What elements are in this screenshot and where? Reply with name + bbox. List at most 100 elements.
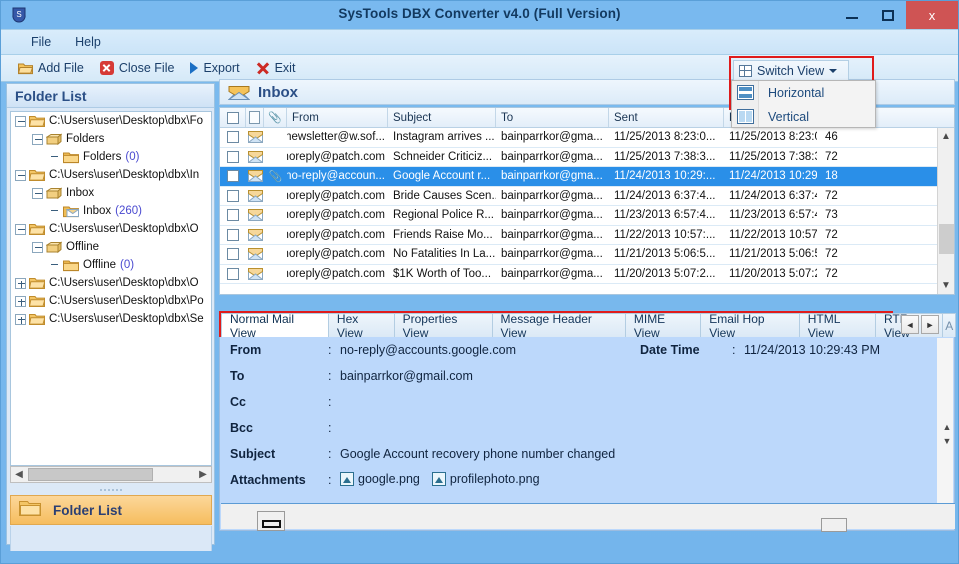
tree-node[interactable]: C:\Users\user\Desktop\dbx\Se [11,310,211,328]
column-header-to[interactable]: To [496,108,609,127]
mail-row-checkbox[interactable] [227,248,239,261]
menu-item-file[interactable]: File [19,33,63,51]
detail-scroll-arrows[interactable]: ▲ ▼ [939,420,955,530]
mail-row-subject: Schneider Criticiz... [393,150,493,163]
close-button[interactable]: x [906,1,958,29]
collapse-icon[interactable] [15,115,26,127]
tab-mime-view[interactable]: MIME View [624,312,702,340]
select-all-header[interactable] [220,108,246,127]
mail-row-checkbox-cell[interactable] [220,206,246,225]
collapse-icon[interactable] [32,133,43,145]
switch-view-button[interactable]: Switch View [733,60,849,82]
mail-row-checkbox[interactable] [227,228,239,241]
mail-row[interactable]: noreply@patch.com Regional Police R... bai… [220,206,954,226]
mail-row-checkbox[interactable] [227,189,239,202]
mail-row-from: noreply@patch.com [287,150,385,163]
tree-node[interactable]: Offline (0) [11,256,211,274]
tab-scroll-next-button[interactable]: ► [921,315,939,334]
mail-list-vertical-scrollbar[interactable]: ▲ ▼ [937,128,954,294]
menu-item-help[interactable]: Help [63,33,113,51]
select-all-checkbox[interactable] [226,111,239,124]
exit-button[interactable]: Exit [249,59,303,77]
tab-a[interactable]: A [942,313,956,337]
tree-node[interactable]: C:\Users\user\Desktop\dbx\In [11,166,211,184]
tree-node[interactable]: C:\Users\user\Desktop\dbx\Fo [11,112,211,130]
mail-row-checkbox[interactable] [227,267,239,280]
mail-row[interactable]: noreply@patch.com No Fatalities In La... b… [220,245,954,265]
close-file-button[interactable]: Close File [93,59,182,77]
tree-node[interactable]: C:\Users\user\Desktop\dbx\O [11,220,211,238]
detail-scroll-up-icon[interactable]: ▲ [939,420,955,434]
mail-row-checkbox[interactable] [227,150,239,163]
folder-open-icon [28,169,46,182]
attachment-item[interactable]: google.png [340,471,420,486]
column-header-subject[interactable]: Subject [388,108,496,127]
tree-node[interactable]: Folders [11,130,211,148]
mail-row-checkbox-cell[interactable] [220,128,246,147]
attachment-item[interactable]: profilephoto.png [431,471,540,486]
tab-normal-mail-view[interactable]: Normal Mail View [221,312,329,340]
expand-icon[interactable] [15,295,26,307]
column-header-sent[interactable]: Sent [609,108,724,127]
expand-icon[interactable] [15,277,26,289]
collapse-icon[interactable] [15,169,26,181]
mail-row-checkbox-cell[interactable] [220,148,246,167]
tab-properties-view[interactable]: Properties View [393,312,493,340]
maximize-button[interactable] [870,1,906,29]
tab-scroll-prev-button[interactable]: ◄ [901,315,919,334]
scroll-up-icon[interactable]: ▲ [938,128,954,145]
menu-item-vertical[interactable]: Vertical [732,105,875,129]
splitter-grip[interactable] [10,486,212,494]
tree-node[interactable]: Inbox [11,184,211,202]
mail-row-checkbox-cell[interactable] [220,226,246,245]
mail-row[interactable]: noreply@patch.com Friends Raise Mo... bain… [220,226,954,245]
tab-html-view[interactable]: HTML View [798,312,876,340]
mail-row-checkbox[interactable] [227,170,239,183]
folder-list-nav-button[interactable]: Folder List [10,495,212,525]
scroll-thumb[interactable] [28,468,153,481]
collapse-icon[interactable] [15,223,26,235]
mail-row[interactable]: newsletter@w.sof... Instagram arrives ...… [220,128,954,148]
column-header-from[interactable]: From [287,108,388,127]
tree-node[interactable]: Folders (0) [11,148,211,166]
folder-tree-horizontal-scrollbar[interactable]: ◀ ▶ [10,466,212,483]
mail-row-checkbox-cell[interactable] [220,187,246,206]
column-header-icon[interactable] [246,108,264,127]
scroll-right-icon[interactable]: ▶ [195,467,211,482]
mail-row[interactable]: 📎 no-reply@accoun... Google Account r... ba… [220,167,954,187]
tab-hex-view[interactable]: Hex View [327,312,395,340]
mail-row-checkbox-cell[interactable] [220,265,246,284]
tab-message-header-view[interactable]: Message Header View [491,312,626,340]
collapse-icon[interactable] [32,241,43,253]
mail-row-checkbox[interactable] [227,209,239,222]
export-button[interactable]: Export [183,59,246,77]
column-header-attachment[interactable]: 📎 [264,108,287,127]
mail-row-checkbox-cell[interactable] [220,167,246,186]
menu-bar: File Help [1,29,958,55]
mail-row[interactable]: noreply@patch.com Bride Causes Scen... bai… [220,187,954,206]
folder-tree[interactable]: C:\Users\user\Desktop\dbx\Fo Folders Folde… [10,111,212,466]
tree-node-label: C:\Users\user\Desktop\dbx\Fo [49,115,204,127]
mail-scroll-thumb[interactable] [939,224,954,254]
minimize-button[interactable] [834,1,870,29]
mail-row-subject: $1K Worth of Too... [393,267,492,280]
detail-scroll-down-icon[interactable]: ▼ [939,434,955,448]
tree-node[interactable]: C:\Users\user\Desktop\dbx\O [11,274,211,292]
expand-icon[interactable] [15,313,26,325]
tree-node[interactable]: Inbox (260) [11,202,211,220]
tab-email-hop-view[interactable]: Email Hop View [700,312,800,340]
add-file-button[interactable]: Add File [11,59,91,77]
menu-item-horizontal[interactable]: Horizontal [732,81,875,105]
collapse-icon[interactable] [32,187,43,199]
mail-row-checkbox-cell[interactable] [220,245,246,264]
tree-node[interactable]: C:\Users\user\Desktop\dbx\Po [11,292,211,310]
mail-row-checkbox[interactable] [227,131,239,144]
scroll-left-icon[interactable]: ◀ [11,467,27,482]
tree-node[interactable]: Offline [11,238,211,256]
detail-widget-left[interactable] [257,511,285,531]
scroll-down-icon[interactable]: ▼ [938,277,954,294]
mail-row[interactable]: noreply@patch.com Schneider Criticiz... ba… [220,148,954,167]
mail-row-to: bainparrkor@gma... [501,228,603,241]
mail-row[interactable]: noreply@patch.com $1K Worth of Too... bain… [220,265,954,284]
detail-widget-right[interactable] [821,518,847,532]
